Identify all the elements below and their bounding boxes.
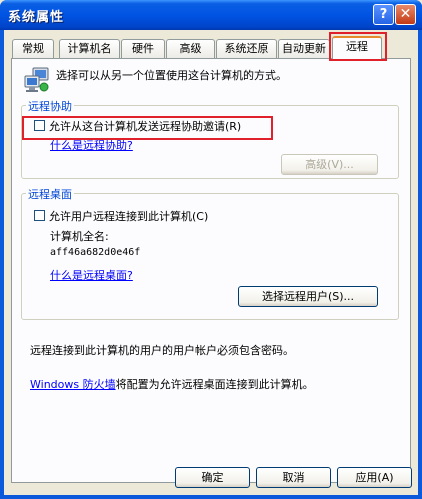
tab-computer-name[interactable]: 计算机名 bbox=[59, 39, 120, 58]
windows-firewall-link[interactable]: Windows 防火墙 bbox=[30, 378, 116, 391]
computer-full-name-value: aff46a682d0e46f bbox=[50, 247, 141, 258]
firewall-note-text: 将配置为允许远程桌面连接到此计算机。 bbox=[115, 378, 314, 391]
help-button[interactable]: ? bbox=[373, 4, 394, 25]
tab-hardware[interactable]: 硬件 bbox=[121, 39, 165, 58]
tab-general[interactable]: 常规 bbox=[12, 39, 54, 58]
intro-text: 选择可以从另一个位置使用这台计算机的方式。 bbox=[56, 69, 287, 82]
close-button[interactable]: ✕ bbox=[395, 4, 416, 25]
dialog-client: 常规 计算机名 硬件 高级 系统还原 自动更新 远程 选择可以从另一个位置使用这… bbox=[4, 30, 418, 495]
remote-desktop-title: 远程桌面 bbox=[26, 186, 74, 202]
remote-desktop-help-link[interactable]: 什么是远程桌面? bbox=[50, 267, 133, 283]
remote-desktop-checkbox[interactable] bbox=[34, 210, 45, 221]
remote-desktop-accel: (C) bbox=[192, 210, 209, 223]
remote-assistance-title: 远程协助 bbox=[26, 98, 74, 114]
system-properties-window: 系统属性 ? ✕ 常规 计算机名 硬件 高级 系统还原 自动更新 远程 选择可以… bbox=[0, 0, 422, 499]
tab-system-restore[interactable]: 系统还原 bbox=[216, 39, 277, 58]
ok-button[interactable]: 确定 bbox=[175, 467, 250, 488]
title-bar[interactable]: 系统属性 ? ✕ bbox=[0, 0, 422, 30]
select-remote-users-button[interactable]: 选择远程用户(S)... bbox=[238, 286, 378, 307]
advanced-button[interactable]: 高级(V)... bbox=[281, 154, 378, 175]
cancel-button[interactable]: 取消 bbox=[256, 467, 331, 488]
tab-highlight-box bbox=[329, 32, 387, 61]
firewall-note: Windows 防火墙将配置为允许远程桌面连接到此计算机。 bbox=[30, 376, 314, 392]
window-title: 系统属性 bbox=[8, 10, 65, 25]
tab-advanced[interactable]: 高级 bbox=[166, 39, 215, 58]
remote-desktop-checkbox-label[interactable]: 允许用户远程连接到此计算机(C) bbox=[49, 208, 208, 224]
apply-button[interactable]: 应用(A) bbox=[337, 467, 412, 488]
computer-full-name-label: 计算机全名: bbox=[50, 230, 109, 243]
tab-automatic-updates[interactable]: 自动更新 bbox=[278, 39, 330, 58]
computer-network-icon bbox=[24, 67, 50, 95]
remote-desktop-group: 远程桌面 允许用户远程连接到此计算机(C) 计算机全名: aff46a682d0… bbox=[21, 186, 399, 320]
remote-desktop-label-text: 允许用户远程连接到此计算机 bbox=[49, 210, 192, 223]
password-note: 远程连接到此计算机的用户的用户帐户必须包含密码。 bbox=[30, 344, 294, 357]
checkbox-highlight-box bbox=[22, 116, 273, 140]
